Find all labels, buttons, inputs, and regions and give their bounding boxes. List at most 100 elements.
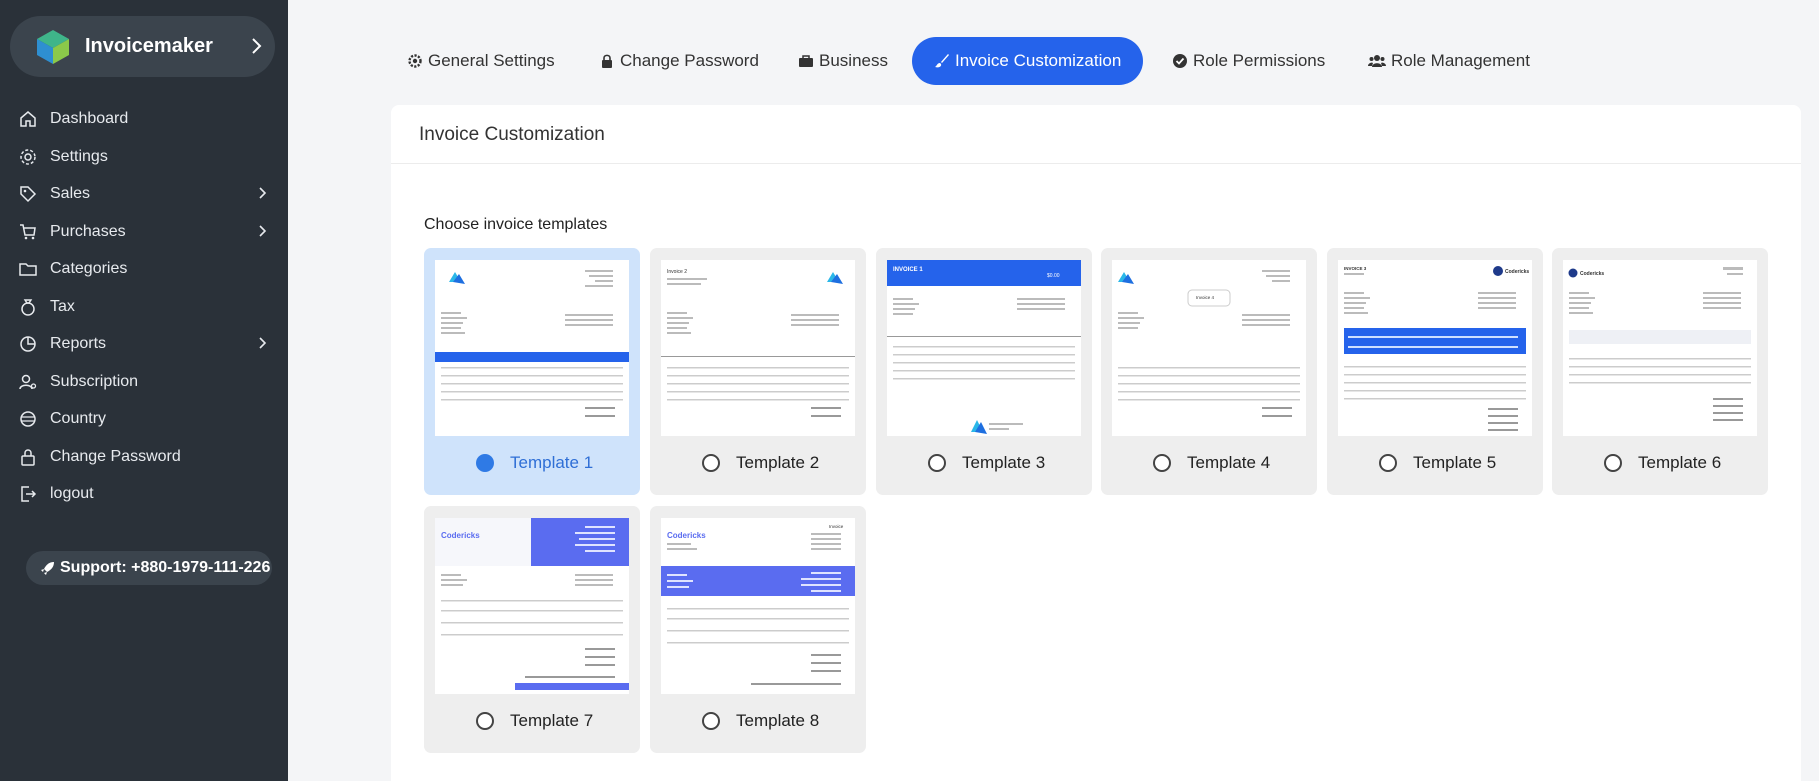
rocket-icon [41, 562, 54, 575]
chevron-right-icon [259, 187, 267, 199]
template-label: Template 1 [510, 453, 594, 472]
brand-logo-icon [37, 30, 69, 64]
sidebar-nav: Dashboard Settings Sales Purchases Categ… [0, 100, 288, 513]
tab-invoice-customization[interactable]: Invoice Customization [912, 37, 1144, 85]
thumb-brand: Codericks [441, 531, 480, 540]
thumb-title: INVOICE 1 [893, 267, 923, 273]
card-title: Invoice Customization [391, 105, 1801, 164]
template-label: Template 2 [736, 453, 820, 472]
template-radio[interactable] [476, 712, 494, 730]
invoice-preview: Invoice 4 [1118, 270, 1300, 417]
template-radio[interactable] [1379, 454, 1397, 472]
sidebar-item-label: Settings [50, 147, 108, 165]
thumb-brand: Codericks [1580, 271, 1604, 277]
thumb-title: Invoice 4 [1196, 295, 1215, 300]
sidebar-item-country[interactable]: Country [0, 400, 288, 438]
template-card-2[interactable]: Invoice 2 Template 2 [650, 248, 866, 495]
invoice-preview [435, 270, 629, 417]
template-card-1[interactable]: Template 1 [424, 248, 640, 495]
template-thumbnail: Codericks [435, 518, 629, 694]
sidebar-item-label: Tax [50, 297, 75, 315]
tab-label: Role Management [1391, 51, 1530, 70]
invoice-preview: Invoice 2 [661, 269, 855, 417]
sidebar-item-label: Categories [50, 260, 128, 277]
sidebar-item-label: Country [50, 410, 107, 427]
invoice-preview: Codericks [1568, 267, 1751, 421]
sidebar-item-label: Subscription [50, 372, 139, 390]
sidebar-item-change-password[interactable]: Change Password [0, 438, 288, 476]
template-card-8[interactable]: Codericks Invoice Template 8 [650, 506, 866, 753]
thumb-amount: $0.00 [1047, 273, 1060, 279]
sidebar-item-label: Purchases [50, 222, 126, 240]
template-thumbnail: INVOICE 1 $0.00 [887, 260, 1081, 436]
thumb-brand: Codericks [1505, 269, 1529, 275]
cart-icon [20, 223, 36, 239]
template-thumbnail: INVOICE 3 Codericks [1338, 260, 1532, 436]
user-gear-icon [19, 374, 37, 389]
section-title: Choose invoice templates [424, 216, 608, 233]
folder-icon [19, 263, 37, 276]
template-thumbnail: Invoice 4 [1112, 260, 1306, 436]
sidebar-item-dashboard[interactable]: Dashboard [0, 100, 288, 138]
tab-label: General Settings [428, 51, 555, 70]
template-card-6[interactable]: Codericks Template 6 [1552, 248, 1768, 495]
template-label: Template 5 [1413, 453, 1497, 472]
tab-change-password[interactable]: Change Password [599, 37, 759, 85]
check-circle-icon [1173, 54, 1187, 68]
chevron-right-icon[interactable] [246, 36, 266, 56]
globe-icon [20, 411, 36, 427]
sidebar-item-label: Change Password [50, 447, 181, 465]
sidebar-item-categories[interactable]: Categories [0, 250, 288, 288]
tab-role-management[interactable]: Role Management [1368, 37, 1530, 85]
gear-icon [408, 54, 422, 68]
template-card-7[interactable]: Codericks Template 7 [424, 506, 640, 753]
template-card-4[interactable]: Invoice 4 Template 4 [1101, 248, 1317, 495]
sidebar-item-settings[interactable]: Settings [0, 138, 288, 176]
template-label: Template 4 [1187, 453, 1271, 472]
template-thumbnail [435, 260, 629, 436]
tag-icon [20, 186, 37, 203]
tab-role-permissions[interactable]: Role Permissions [1172, 37, 1325, 85]
home-icon [20, 111, 36, 127]
invoice-customization-card: Invoice Customization Choose invoice tem… [391, 105, 1801, 781]
template-card-3[interactable]: INVOICE 1 $0.00 Template 3 [876, 248, 1092, 495]
sidebar-item-tax[interactable]: Tax [0, 288, 288, 326]
chevron-right-icon [259, 337, 267, 349]
template-thumbnail: Codericks [1563, 260, 1757, 436]
template-card-5[interactable]: INVOICE 3 Codericks Template 5 [1327, 248, 1543, 495]
invoice-preview: Codericks [435, 518, 629, 690]
sidebar-item-label: logout [50, 485, 94, 502]
template-radio[interactable] [476, 454, 494, 472]
money-bag-icon [21, 298, 35, 316]
invoice-preview: INVOICE 1 $0.00 [887, 260, 1081, 434]
sidebar-item-subscription[interactable]: Subscription [0, 363, 288, 401]
brand-name: Invoicemaker [85, 35, 213, 57]
users-icon [1368, 55, 1386, 67]
lock-icon [602, 54, 612, 68]
sidebar-item-reports[interactable]: Reports [0, 325, 288, 363]
template-radio[interactable] [702, 712, 720, 730]
brand-pill[interactable]: Invoicemaker [10, 16, 275, 77]
sidebar-item-label: Reports [50, 335, 107, 352]
logout-icon [21, 486, 37, 502]
invoice-preview: INVOICE 3 Codericks [1344, 266, 1529, 431]
lock-icon [21, 448, 35, 466]
support-badge[interactable]: Support: +880-1979-111-226 [26, 551, 272, 585]
template-thumbnail: Invoice 2 [661, 260, 855, 436]
tab-label: Change Password [620, 51, 759, 70]
tab-general-settings[interactable]: General Settings [407, 37, 555, 85]
template-radio[interactable] [1153, 454, 1171, 472]
template-radio[interactable] [1604, 454, 1622, 472]
sidebar-item-label: Sales [50, 185, 91, 202]
brush-icon [935, 54, 949, 68]
template-thumbnail: Codericks Invoice [661, 518, 855, 694]
template-radio[interactable] [702, 454, 720, 472]
sidebar-item-logout[interactable]: logout [0, 475, 288, 513]
tab-business[interactable]: Business [798, 37, 888, 85]
sidebar-item-purchases[interactable]: Purchases [0, 213, 288, 251]
template-radio[interactable] [928, 454, 946, 472]
template-label: Template 6 [1638, 453, 1722, 472]
sidebar-item-sales[interactable]: Sales [0, 175, 288, 213]
template-label: Template 3 [962, 453, 1046, 472]
thumb-title: Invoice [829, 524, 844, 529]
